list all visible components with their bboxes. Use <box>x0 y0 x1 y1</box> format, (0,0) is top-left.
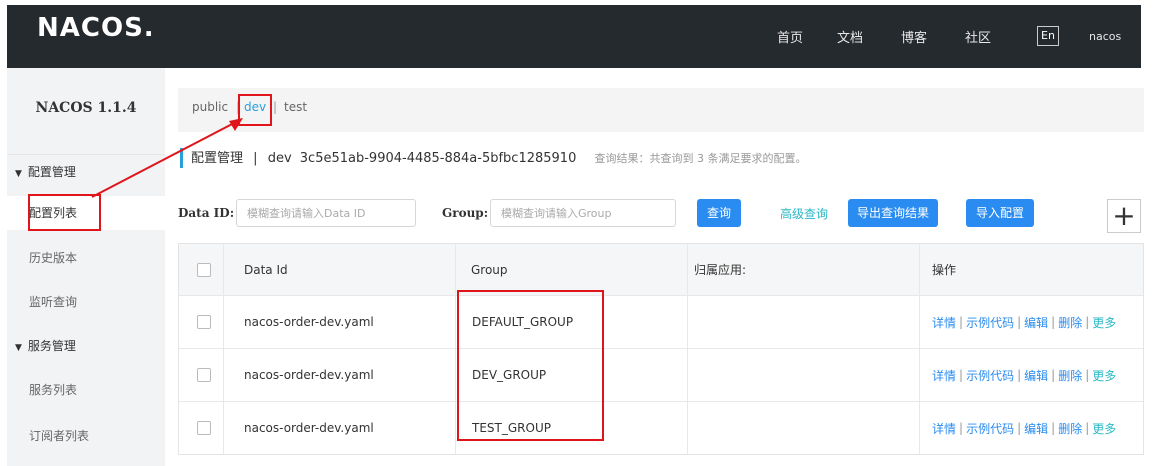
edit-link[interactable]: 编辑 <box>1024 367 1048 384</box>
caret-down-icon: ▼ <box>15 343 22 353</box>
namespace-id: 3c5e51ab-9904-4485-884a-5bfbc1285910 <box>299 151 577 166</box>
more-link[interactable]: 更多 <box>1092 420 1116 437</box>
cell-app <box>689 349 699 401</box>
table-row: nacos-order-dev.yaml DEV_GROUP 详情 | 示例代码 |… <box>179 349 1143 402</box>
version-label: NACOS 1.1.4 <box>7 68 165 155</box>
select-all-checkbox[interactable] <box>197 263 211 277</box>
nav-home-link[interactable]: 首页 <box>777 27 803 46</box>
sidebar-item-service-list[interactable]: 服务列表 <box>29 381 77 398</box>
nav-docs: 文档 <box>837 5 863 68</box>
table-header: Data Id Group 归属应用: 操作 <box>179 244 1143 296</box>
table-row: nacos-order-dev.yaml DEFAULT_GROUP 详情 | 示… <box>179 296 1143 349</box>
cell-app <box>689 296 699 348</box>
row-checkbox[interactable] <box>197 421 211 435</box>
top-navbar: NACOS. 首页 文档 博客 社区 En nacos <box>7 5 1141 68</box>
namespace-public[interactable]: public <box>192 100 228 114</box>
page-title: 配置管理 | dev 3c5e51ab-9904-4485-884a-5bfbc… <box>180 148 806 168</box>
plus-icon[interactable]: + <box>1107 199 1141 233</box>
col-group[interactable]: Group <box>461 244 508 295</box>
col-actions: 操作 <box>932 263 957 277</box>
sidebar-item-history[interactable]: 历史版本 <box>29 249 77 266</box>
nav-home: 首页 <box>777 5 803 68</box>
nav-blog-link[interactable]: 博客 <box>901 27 927 46</box>
cell-dataid: nacos-order-dev.yaml <box>244 368 374 382</box>
language-switch[interactable]: En <box>1037 26 1059 46</box>
col-dataid[interactable]: Data Id <box>234 244 288 295</box>
query-button[interactable]: 查询 <box>697 199 741 227</box>
row-checkbox[interactable] <box>197 368 211 382</box>
config-table: Data Id Group 归属应用: 操作 nacos-order-dev.y… <box>178 243 1144 455</box>
sample-code-link[interactable]: 示例代码 <box>966 314 1014 331</box>
detail-link[interactable]: 详情 <box>932 314 956 331</box>
result-hint: 查询结果：共查询到 3 条满足要求的配置。 <box>594 152 807 165</box>
cell-dataid: nacos-order-dev.yaml <box>244 421 374 435</box>
group-search-input[interactable]: 模糊查询请输入Group <box>490 199 676 227</box>
table-row: nacos-order-dev.yaml TEST_GROUP 详情 | 示例代码… <box>179 402 1143 454</box>
more-link[interactable]: 更多 <box>1092 367 1116 384</box>
more-link[interactable]: 更多 <box>1092 314 1116 331</box>
edit-link[interactable]: 编辑 <box>1024 314 1048 331</box>
sidebar-item-listener-query[interactable]: 监听查询 <box>29 293 77 310</box>
delete-link[interactable]: 删除 <box>1058 367 1082 384</box>
row-actions: 详情 | 示例代码 | 编辑 | 删除 | 更多 <box>932 314 1117 331</box>
col-app[interactable]: 归属应用: <box>684 244 746 295</box>
title-separator: | <box>253 151 258 166</box>
user-menu[interactable]: nacos <box>1089 30 1121 43</box>
menu-label: 服务管理 <box>27 339 76 353</box>
cell-app <box>689 402 699 454</box>
namespace-name: dev <box>267 151 292 166</box>
namespace-bar: public | dev | test <box>178 88 1144 132</box>
nav-community: 社区 <box>965 5 991 68</box>
import-config-button[interactable]: 导入配置 <box>966 199 1034 227</box>
nav-community-link[interactable]: 社区 <box>965 27 991 46</box>
detail-link[interactable]: 详情 <box>932 420 956 437</box>
annotation-box-dev <box>238 94 272 126</box>
nav-docs-link[interactable]: 文档 <box>837 27 863 46</box>
row-actions: 详情 | 示例代码 | 编辑 | 删除 | 更多 <box>932 367 1117 384</box>
menu-service-management[interactable]: ▼ 服务管理 <box>15 337 76 354</box>
sidebar: NACOS 1.1.4 ▼ 配置管理 配置列表 历史版本 监听查询 ▼ 服务管理 服… <box>7 68 165 466</box>
dataid-label: Data ID: <box>178 206 235 220</box>
detail-link[interactable]: 详情 <box>932 367 956 384</box>
sidebar-item-subscriber-list[interactable]: 订阅者列表 <box>29 427 89 444</box>
group-label: Group: <box>442 206 489 220</box>
annotation-box-config-list <box>28 194 101 231</box>
advanced-query-link[interactable]: 高级查询 <box>780 205 828 222</box>
export-results-button[interactable]: 导出查询结果 <box>848 199 938 227</box>
dataid-search-input[interactable]: 模糊查询请输入Data ID <box>236 199 416 227</box>
namespace-test[interactable]: test <box>284 100 307 114</box>
annotation-box-groups <box>457 290 604 441</box>
row-actions: 详情 | 示例代码 | 编辑 | 删除 | 更多 <box>932 420 1117 437</box>
cell-dataid: nacos-order-dev.yaml <box>244 315 374 329</box>
row-checkbox[interactable] <box>197 315 211 329</box>
edit-link[interactable]: 编辑 <box>1024 420 1048 437</box>
namespace-separator: | <box>273 100 278 114</box>
menu-config-management[interactable]: ▼ 配置管理 <box>15 163 76 180</box>
menu-label: 配置管理 <box>27 165 76 179</box>
sample-code-link[interactable]: 示例代码 <box>966 367 1014 384</box>
sample-code-link[interactable]: 示例代码 <box>966 420 1014 437</box>
page-title-text: 配置管理 <box>191 151 244 166</box>
nacos-logo[interactable]: NACOS. <box>37 13 155 43</box>
delete-link[interactable]: 删除 <box>1058 314 1082 331</box>
caret-down-icon: ▼ <box>15 169 22 179</box>
nav-blog: 博客 <box>901 5 927 68</box>
delete-link[interactable]: 删除 <box>1058 420 1082 437</box>
